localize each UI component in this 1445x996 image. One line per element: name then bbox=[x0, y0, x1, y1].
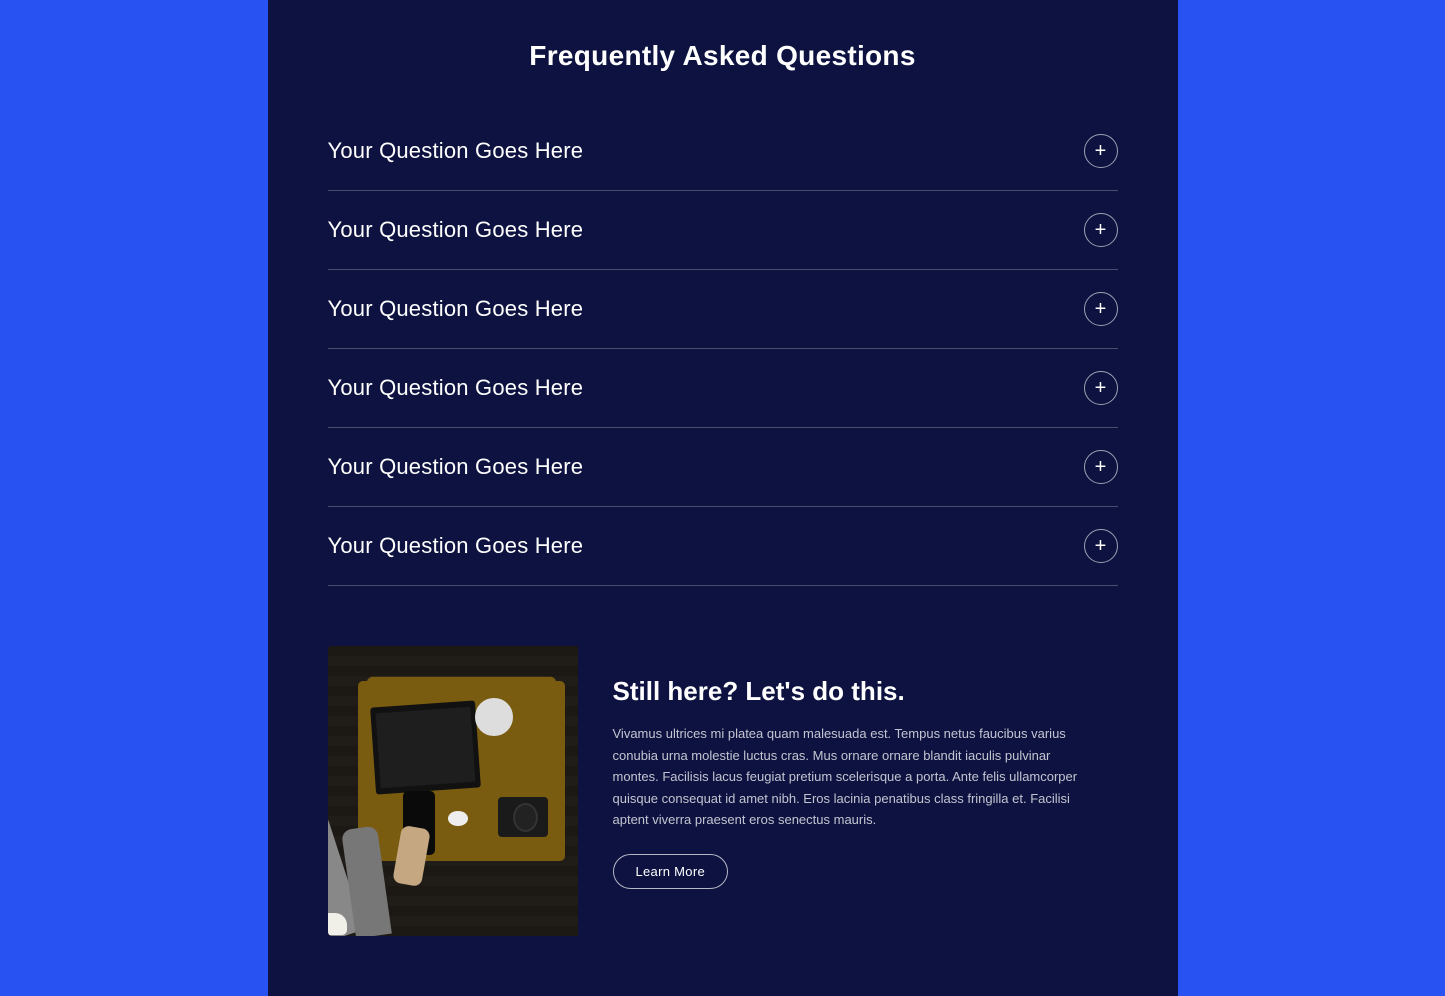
faq-question-4: Your Question Goes Here bbox=[328, 375, 584, 401]
faq-item-1[interactable]: Your Question Goes Here + bbox=[328, 112, 1118, 191]
cta-image bbox=[328, 646, 578, 936]
faq-question-2: Your Question Goes Here bbox=[328, 217, 584, 243]
faq-item-4[interactable]: Your Question Goes Here + bbox=[328, 349, 1118, 428]
faq-item-2[interactable]: Your Question Goes Here + bbox=[328, 191, 1118, 270]
cta-body: Vivamus ultrices mi platea quam malesuad… bbox=[613, 723, 1088, 830]
faq-question-1: Your Question Goes Here bbox=[328, 138, 584, 164]
cta-heading: Still here? Let's do this. bbox=[613, 676, 1088, 707]
faq-toggle-2[interactable]: + bbox=[1084, 213, 1118, 247]
faq-toggle-5[interactable]: + bbox=[1084, 450, 1118, 484]
cta-content: Still here? Let's do this. Vivamus ultri… bbox=[578, 646, 1118, 936]
faq-list: Your Question Goes Here + Your Question … bbox=[328, 112, 1118, 586]
faq-question-5: Your Question Goes Here bbox=[328, 454, 584, 480]
faq-item-6[interactable]: Your Question Goes Here + bbox=[328, 507, 1118, 586]
faq-toggle-4[interactable]: + bbox=[1084, 371, 1118, 405]
learn-more-button[interactable]: Learn More bbox=[613, 854, 728, 889]
faq-question-6: Your Question Goes Here bbox=[328, 533, 584, 559]
faq-question-3: Your Question Goes Here bbox=[328, 296, 584, 322]
faq-toggle-1[interactable]: + bbox=[1084, 134, 1118, 168]
cta-section: Still here? Let's do this. Vivamus ultri… bbox=[328, 646, 1118, 936]
main-panel: Frequently Asked Questions Your Question… bbox=[268, 0, 1178, 996]
faq-item-5[interactable]: Your Question Goes Here + bbox=[328, 428, 1118, 507]
page-title: Frequently Asked Questions bbox=[328, 40, 1118, 72]
faq-toggle-6[interactable]: + bbox=[1084, 529, 1118, 563]
faq-item-3[interactable]: Your Question Goes Here + bbox=[328, 270, 1118, 349]
faq-toggle-3[interactable]: + bbox=[1084, 292, 1118, 326]
